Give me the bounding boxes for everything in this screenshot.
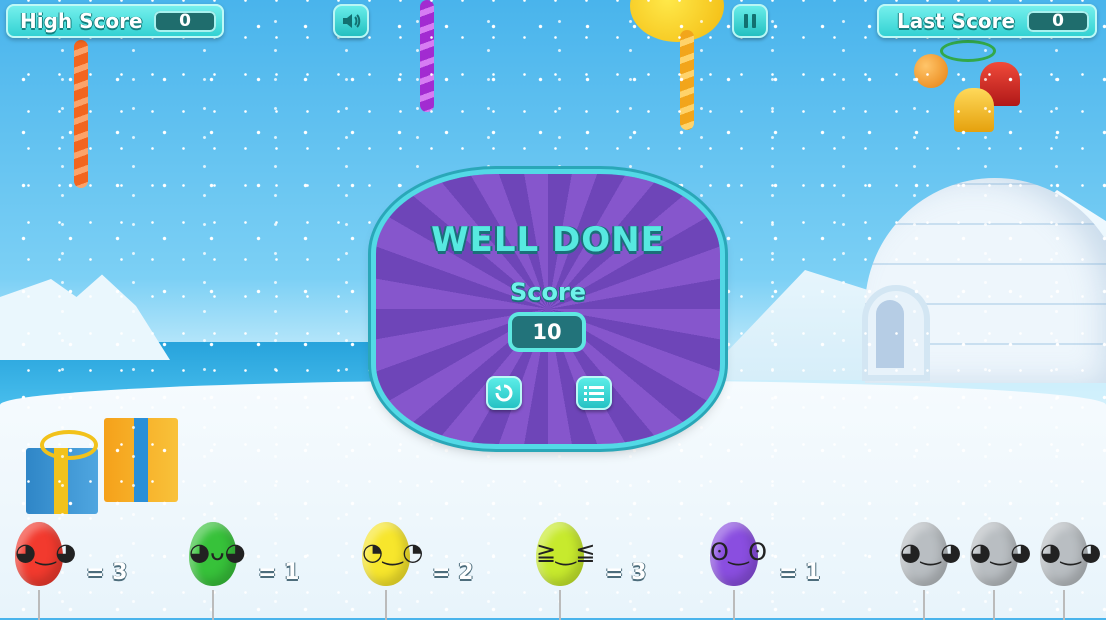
- pause-button[interactable]: [732, 4, 768, 38]
- menu-button[interactable]: [576, 376, 612, 410]
- balloon-lime-count: = 3: [605, 560, 647, 585]
- replay-button[interactable]: [486, 376, 522, 410]
- score-value: 10: [512, 316, 582, 348]
- ribbon-purple: [420, 0, 434, 112]
- last-score-panel: Last Score 0: [877, 4, 1097, 38]
- sound-button[interactable]: [333, 4, 369, 38]
- igloo-door-opening: [876, 300, 904, 368]
- high-score-value: 0: [154, 11, 216, 32]
- well-done-dialog: WELL DONE Score 10: [376, 174, 720, 444]
- high-score-panel: High Score 0: [6, 4, 224, 38]
- score-label: Score: [509, 278, 587, 306]
- balloon-green-count: = 1: [258, 560, 300, 585]
- balloon-red-count: = 3: [86, 560, 128, 585]
- gift-box-orange: [104, 418, 178, 502]
- balloon-grey-1: ◕‿◕: [900, 522, 961, 620]
- balloon-red: ◕‿◕: [15, 522, 76, 620]
- gift-bow: [40, 430, 98, 460]
- balloon-purple: ʘ‿ʘ: [710, 522, 767, 620]
- last-score-value: 0: [1027, 11, 1089, 32]
- balloon-green: ◕ᴗ◕: [189, 522, 246, 620]
- balloon-grey-3: ◕‿◕: [1040, 522, 1101, 620]
- speaker-icon: [343, 14, 361, 28]
- pause-icon: [744, 14, 756, 28]
- ribbon-orange: [74, 40, 88, 188]
- balloon-yellow-count: = 2: [432, 560, 474, 585]
- last-score-label: Last Score: [897, 9, 1016, 33]
- bells-decoration: [910, 40, 1030, 140]
- balloon-grey-2: ◕‿◕: [970, 522, 1031, 620]
- balloon-purple-count: = 1: [779, 560, 821, 585]
- yellow-balloon-top: [630, 0, 724, 42]
- balloon-lime: ≧‿≦: [536, 522, 596, 620]
- replay-icon: [495, 384, 513, 402]
- ribbon-gold: [680, 30, 694, 130]
- game-scene: High Score 0 Last Score 0 WELL DONE Scor…: [0, 0, 1106, 620]
- dialog-title: WELL DONE: [431, 220, 665, 260]
- menu-list-icon: [584, 386, 604, 401]
- iceberg-left: [0, 274, 170, 360]
- balloon-yellow: ◔‿◔: [362, 522, 423, 620]
- high-score-label: High Score: [20, 9, 143, 33]
